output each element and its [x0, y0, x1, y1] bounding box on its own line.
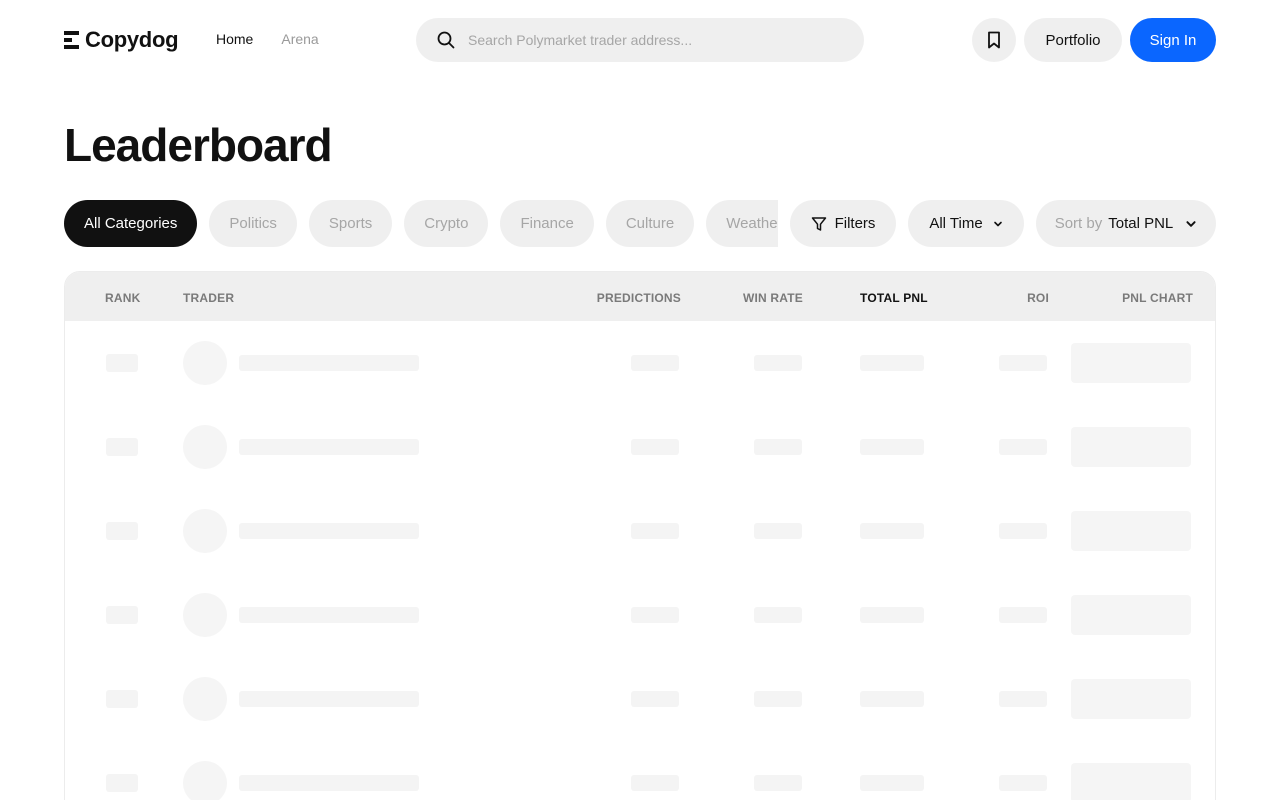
total-pnl-skeleton [860, 775, 924, 791]
column-header-pnl-chart: PNL CHART [1122, 291, 1193, 305]
pnl-chart-skeleton [1071, 343, 1191, 383]
predictions-skeleton [631, 775, 679, 791]
column-header-roi[interactable]: ROI [1027, 291, 1049, 305]
column-header-total-pnl[interactable]: TOTAL PNL [860, 291, 928, 305]
total-pnl-skeleton [860, 355, 924, 371]
search-input[interactable] [468, 32, 828, 48]
filters-label: Filters [834, 215, 876, 232]
trader-name-skeleton [239, 775, 419, 791]
nav-link-home[interactable]: Home [216, 31, 253, 47]
chevron-down-icon [993, 221, 1002, 226]
table-header: RANK TRADER PREDICTIONS WIN RATE TOTAL P… [65, 272, 1215, 321]
bookmark-button[interactable] [972, 18, 1016, 62]
trader-name-skeleton [239, 439, 419, 455]
category-pill-politics[interactable]: Politics [209, 200, 297, 247]
table-row[interactable] [65, 573, 1215, 657]
sort-value-label: Total PNL [1108, 215, 1174, 232]
column-header-win-rate[interactable]: WIN RATE [743, 291, 803, 305]
category-pill-sports[interactable]: Sports [308, 200, 393, 247]
category-pill-culture[interactable]: Culture [605, 200, 695, 247]
bookmark-icon [988, 31, 1000, 49]
rank-skeleton [106, 522, 138, 540]
total-pnl-skeleton [860, 607, 924, 623]
roi-skeleton [999, 439, 1047, 455]
filter-icon [811, 216, 826, 231]
total-pnl-skeleton [860, 439, 924, 455]
predictions-skeleton [631, 607, 679, 623]
rank-skeleton [106, 690, 138, 708]
table-row[interactable] [65, 657, 1215, 741]
table-row[interactable] [65, 741, 1215, 800]
win-rate-skeleton [754, 439, 802, 455]
chevron-down-icon [1186, 220, 1196, 227]
pnl-chart-skeleton [1071, 679, 1191, 719]
leaderboard-table: RANK TRADER PREDICTIONS WIN RATE TOTAL P… [64, 271, 1216, 800]
filters-button[interactable]: Filters [790, 200, 896, 247]
brand-logo[interactable]: Copydog [64, 27, 179, 53]
sign-in-button[interactable]: Sign In [1130, 18, 1216, 62]
roi-skeleton [999, 775, 1047, 791]
win-rate-skeleton [754, 355, 802, 371]
search-bar[interactable] [416, 18, 864, 62]
avatar-skeleton [183, 761, 227, 800]
avatar-skeleton [183, 341, 227, 385]
logo-mark-icon [64, 31, 79, 49]
time-range-label: All Time [929, 215, 983, 232]
roi-skeleton [999, 355, 1047, 371]
trader-name-skeleton [239, 691, 419, 707]
avatar-skeleton [183, 677, 227, 721]
page-title: Leaderboard [64, 119, 333, 171]
avatar-skeleton [183, 593, 227, 637]
nav-link-arena[interactable]: Arena [281, 31, 318, 47]
predictions-skeleton [631, 691, 679, 707]
win-rate-skeleton [754, 691, 802, 707]
avatar-skeleton [183, 509, 227, 553]
category-tabs: All Categories Politics Sports Crypto Fi… [64, 200, 778, 247]
win-rate-skeleton [754, 523, 802, 539]
table-row[interactable] [65, 489, 1215, 573]
rank-skeleton [106, 774, 138, 792]
trader-name-skeleton [239, 523, 419, 539]
category-pill-finance[interactable]: Finance [500, 200, 594, 247]
category-pill-all[interactable]: All Categories [64, 200, 198, 247]
table-row[interactable] [65, 405, 1215, 489]
table-row[interactable] [65, 321, 1215, 405]
pnl-chart-skeleton [1071, 763, 1191, 800]
sort-dropdown[interactable]: Sort by Total PNL [1036, 200, 1216, 247]
main-nav: Home Arena [216, 31, 319, 47]
column-header-trader[interactable]: TRADER [183, 291, 234, 305]
pnl-chart-skeleton [1071, 511, 1191, 551]
time-range-dropdown[interactable]: All Time [908, 200, 1024, 247]
total-pnl-skeleton [860, 523, 924, 539]
column-header-rank[interactable]: RANK [105, 291, 140, 305]
avatar-skeleton [183, 425, 227, 469]
category-pill-crypto[interactable]: Crypto [404, 200, 489, 247]
pnl-chart-skeleton [1071, 427, 1191, 467]
win-rate-skeleton [754, 607, 802, 623]
rank-skeleton [106, 438, 138, 456]
trader-name-skeleton [239, 607, 419, 623]
total-pnl-skeleton [860, 691, 924, 707]
column-header-predictions[interactable]: PREDICTIONS [597, 291, 681, 305]
portfolio-button[interactable]: Portfolio [1024, 18, 1122, 62]
top-nav-bar: Copydog Home Arena Portfolio Sign In [0, 0, 1280, 80]
search-icon [437, 31, 455, 49]
rank-skeleton [106, 354, 138, 372]
pnl-chart-skeleton [1071, 595, 1191, 635]
roi-skeleton [999, 523, 1047, 539]
roi-skeleton [999, 607, 1047, 623]
win-rate-skeleton [754, 775, 802, 791]
predictions-skeleton [631, 523, 679, 539]
trader-name-skeleton [239, 355, 419, 371]
rank-skeleton [106, 606, 138, 624]
brand-name: Copydog [85, 27, 179, 52]
sort-prefix-label: Sort by [1054, 215, 1103, 232]
predictions-skeleton [631, 355, 679, 371]
roi-skeleton [999, 691, 1047, 707]
category-pill-weather[interactable]: Weather [706, 200, 778, 247]
predictions-skeleton [631, 439, 679, 455]
